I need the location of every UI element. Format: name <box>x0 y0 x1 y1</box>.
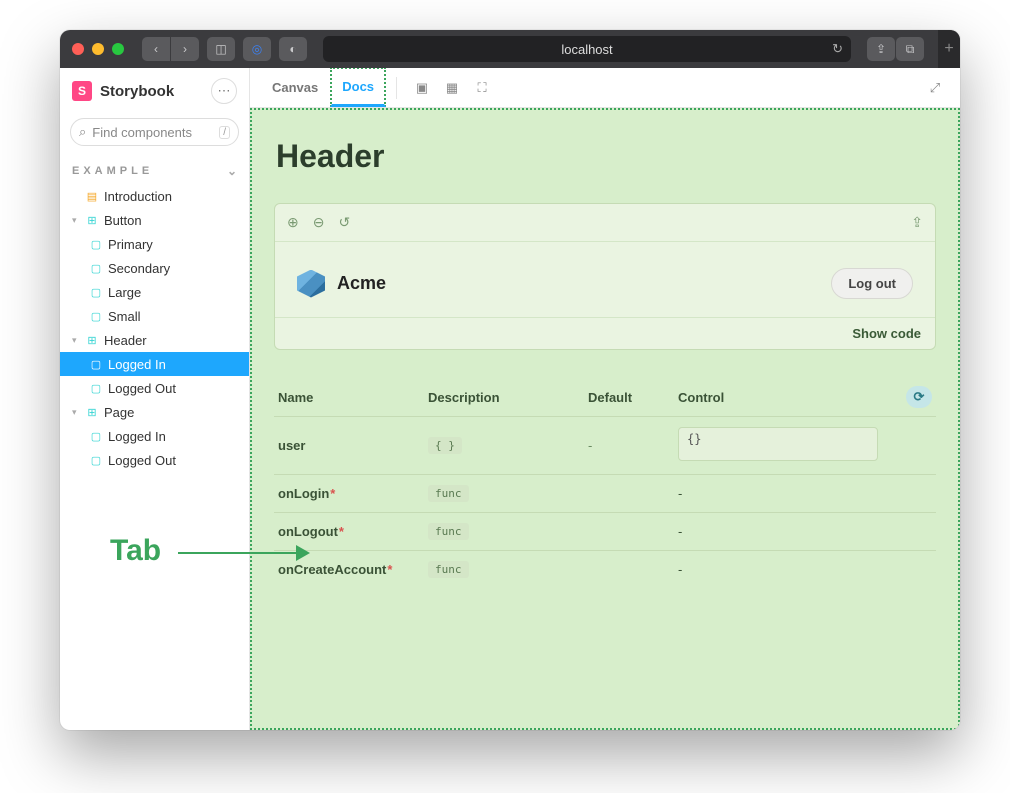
search-placeholder: Find components <box>92 125 192 140</box>
docs-area: Header ⊕ ⊖ ↺ ⇪ Acme Log out <box>250 108 960 730</box>
page-title: Header <box>276 138 936 175</box>
tab-canvas[interactable]: Canvas <box>260 68 330 108</box>
address-text: localhost <box>561 42 612 57</box>
section-heading[interactable]: EXAMPLE ⌄ <box>60 158 249 184</box>
preview-body: Acme Log out <box>275 242 935 317</box>
arg-control-input[interactable] <box>678 427 878 461</box>
close-window-icon[interactable] <box>72 43 84 55</box>
arg-type-badge: func <box>428 561 469 578</box>
maximize-window-icon[interactable] <box>112 43 124 55</box>
args-table-header: Name Description Default Control ⟳ <box>274 378 936 416</box>
nav-forward-button[interactable]: › <box>171 37 199 61</box>
storybook-logo-icon: S <box>72 81 92 101</box>
arg-name: user <box>278 438 305 453</box>
sidebar-menu-button[interactable]: ⋯ <box>211 78 237 104</box>
reset-controls-icon[interactable]: ⟳ <box>906 386 932 408</box>
new-tab-button[interactable]: + <box>938 30 960 68</box>
required-marker: * <box>387 562 392 577</box>
col-name: Name <box>278 390 428 405</box>
section-label: EXAMPLE <box>72 165 153 177</box>
docs-scroll[interactable]: Header ⊕ ⊖ ↺ ⇪ Acme Log out <box>250 108 960 730</box>
nav-tree: ▤Introduction ▾⊞Button ▢Primary ▢Seconda… <box>60 184 249 472</box>
nav-header-logged-out[interactable]: ▢Logged Out <box>60 376 249 400</box>
tab-docs[interactable]: Docs <box>330 68 386 107</box>
outline-addon-icon[interactable]: ⛶ <box>471 77 493 99</box>
arg-control: - <box>678 486 932 501</box>
logout-button[interactable]: Log out <box>831 268 913 299</box>
nav-button-secondary[interactable]: ▢Secondary <box>60 256 249 280</box>
show-code-button[interactable]: Show code <box>852 326 921 341</box>
nav-header[interactable]: ▾⊞Header <box>60 328 249 352</box>
required-marker: * <box>339 524 344 539</box>
col-control: Control <box>678 390 906 405</box>
arg-row-onlogout: onLogout* func - <box>274 512 936 550</box>
sidebar-toggle-button[interactable]: ◫ <box>207 37 235 61</box>
traffic-lights <box>72 43 124 55</box>
arg-control: - <box>678 524 932 539</box>
nav-button-small[interactable]: ▢Small <box>60 304 249 328</box>
annotation-arrow-icon <box>178 552 308 554</box>
arg-type-badge: { } <box>428 437 462 454</box>
nav-page-logged-out[interactable]: ▢Logged Out <box>60 448 249 472</box>
nav-header-logged-in[interactable]: ▢Logged In <box>60 352 249 376</box>
arg-type-badge: func <box>428 523 469 540</box>
share-icon[interactable]: ⇪ <box>867 37 895 61</box>
arg-name: onCreateAccount <box>278 562 386 577</box>
nav-button-primary[interactable]: ▢Primary <box>60 232 249 256</box>
col-default: Default <box>588 390 678 405</box>
collapse-icon[interactable]: ⌄ <box>227 164 237 178</box>
arg-type-badge: func <box>428 485 469 502</box>
nav-button-large[interactable]: ▢Large <box>60 280 249 304</box>
address-bar[interactable]: localhost ↻ <box>323 36 851 62</box>
zoom-in-icon[interactable]: ⊕ <box>287 214 299 231</box>
nav-button[interactable]: ▾⊞Button <box>60 208 249 232</box>
arg-row-oncreateaccount: onCreateAccount* func - <box>274 550 936 588</box>
divider <box>396 77 397 99</box>
story-preview-card: ⊕ ⊖ ↺ ⇪ Acme Log out Show code <box>274 203 936 350</box>
reload-icon[interactable]: ↻ <box>832 41 843 57</box>
image-addon-icon[interactable]: ▣ <box>411 77 433 99</box>
main-panel: Canvas Docs ▣ ▦ ⛶ ⤢ Header ⊕ ⊖ ↺ <box>250 68 960 730</box>
canvas-toolbar: Canvas Docs ▣ ▦ ⛶ ⤢ <box>250 68 960 108</box>
minimize-window-icon[interactable] <box>92 43 104 55</box>
shield-icon[interactable]: ◎ <box>243 37 271 61</box>
open-external-icon[interactable]: ⇪ <box>911 214 923 231</box>
arg-name: onLogin <box>278 486 329 501</box>
search-icon: ⌕ <box>79 124 86 140</box>
annotation-label: Tab <box>110 534 161 568</box>
grid-addon-icon[interactable]: ▦ <box>441 77 463 99</box>
sidebar: S Storybook ⋯ ⌕ Find components / EXAMPL… <box>60 68 250 730</box>
nav-introduction[interactable]: ▤Introduction <box>60 184 249 208</box>
storybook-app: S Storybook ⋯ ⌕ Find components / EXAMPL… <box>60 68 960 730</box>
arg-row-onlogin: onLogin* func - <box>274 474 936 512</box>
search-shortcut: / <box>219 126 230 139</box>
nav-page[interactable]: ▾⊞Page <box>60 400 249 424</box>
tabs-icon[interactable]: ⧉ <box>896 37 924 61</box>
privacy-icon[interactable]: ◐ <box>279 37 307 61</box>
preview-toolbar: ⊕ ⊖ ↺ ⇪ <box>275 204 935 242</box>
component-brand: Acme <box>337 273 386 294</box>
nav-page-logged-in[interactable]: ▢Logged In <box>60 424 249 448</box>
browser-window: ‹ › ◫ ◎ ◐ localhost ↻ ⇪ ⧉ + S Storybook … <box>60 30 960 730</box>
arg-control: - <box>678 562 932 577</box>
arg-default: - <box>588 438 678 453</box>
required-marker: * <box>330 486 335 501</box>
col-desc: Description <box>428 390 588 405</box>
fullscreen-icon[interactable]: ⤢ <box>924 77 946 99</box>
zoom-reset-icon[interactable]: ↺ <box>338 214 350 231</box>
arg-name: onLogout <box>278 524 338 539</box>
browser-titlebar: ‹ › ◫ ◎ ◐ localhost ↻ ⇪ ⧉ + <box>60 30 960 68</box>
arg-row-user: user { } - <box>274 416 936 474</box>
zoom-out-icon[interactable]: ⊖ <box>313 214 325 231</box>
nav-back-button[interactable]: ‹ <box>142 37 170 61</box>
acme-logo-icon <box>297 270 325 298</box>
search-input[interactable]: ⌕ Find components / <box>70 118 239 146</box>
brand-name: Storybook <box>100 83 174 100</box>
